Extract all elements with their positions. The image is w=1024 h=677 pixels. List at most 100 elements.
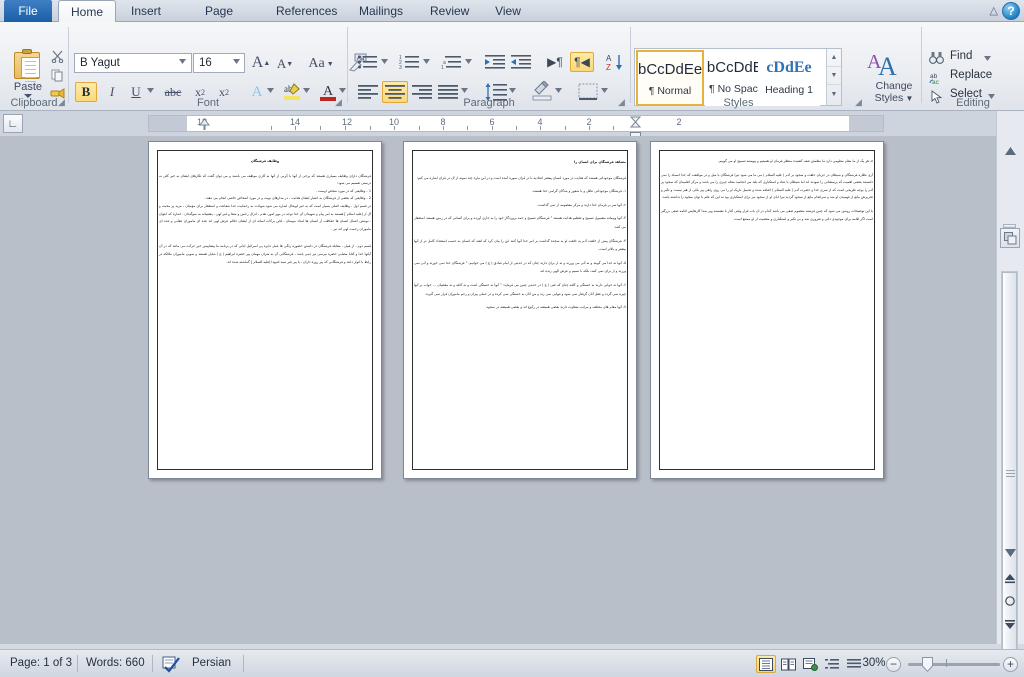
document-canvas[interactable]: وظایف فرشتگان فرشتگان دارای وظایف بسیاری… (0, 136, 996, 644)
style-name: Heading 1 (765, 84, 813, 96)
justify-caret-icon[interactable] (461, 88, 468, 93)
zoom-slider-midpoint-tick (946, 659, 947, 667)
paste-button-label[interactable]: Paste (6, 81, 50, 93)
change-styles-label[interactable]: Change Styles ▼ (866, 80, 922, 105)
style-sample: cDdEe (766, 59, 812, 76)
ruler-row: ∟ 18 14 12 10 8 6 4 2 2 (0, 111, 1024, 139)
scrollbar-thumb[interactable] (1002, 272, 1017, 670)
page-2-paragraph: ۱- فرشتگان موجوداتی عاقل و با شعور و بند… (531, 189, 626, 194)
numbering-icon[interactable]: 1 2 3 (398, 53, 422, 71)
multilevel-caret-icon[interactable] (465, 59, 472, 64)
ribbon-group-label-editing: Editing (956, 97, 990, 109)
ribbon-group-label-paragraph: Paragraph (463, 97, 515, 109)
ribbon: Paste Clipboard ◢ B Yagut 16 A ▲ A ▼ Aa … (0, 22, 1024, 111)
bullets-caret-icon[interactable] (381, 59, 388, 64)
zoom-out-minus-icon[interactable]: − (886, 657, 901, 672)
next-page-icon[interactable] (1002, 616, 1018, 632)
right-to-left-text-icon[interactable]: ¶◀ (570, 52, 594, 72)
clipboard-paste-icon[interactable] (14, 49, 42, 82)
left-tab-stop-icon[interactable]: ∟ (3, 114, 23, 133)
gallery-scroll-up-icon[interactable]: ▲ (827, 49, 841, 67)
document-page-1[interactable]: وظایف فرشتگان فرشتگان دارای وظایف بسیاری… (148, 141, 382, 479)
zoom-in-plus-icon[interactable]: + (1003, 657, 1018, 672)
styles-dialog-launcher-icon[interactable]: ◢ (853, 97, 864, 108)
change-case-icon[interactable]: Aa ▼ (305, 54, 337, 73)
page-3-paragraph: آری نظاره فرشتگان و شیطان در جریان خلقت … (661, 172, 873, 200)
change-styles-icon[interactable]: A A (863, 49, 901, 79)
replace-button[interactable]: Replace (950, 69, 992, 81)
page-2-title: مشاهد فرشتگان برای انسان را (574, 160, 626, 164)
font-dialog-launcher-icon[interactable]: ◢ (333, 97, 344, 108)
grow-font-icon[interactable]: A ▲ (251, 53, 271, 73)
tab-view[interactable]: View (484, 0, 532, 22)
minimize-ribbon-icon[interactable]: △ (990, 4, 998, 17)
word-count[interactable]: Words: 660 (86, 650, 145, 677)
reading-view-icon[interactable] (778, 655, 798, 673)
page-2-paragraph: فرشتگان موجوداتی هستند که هدایت در مورد … (416, 175, 626, 180)
binoculars-icon[interactable] (928, 50, 944, 65)
text-effects-caret-icon[interactable] (267, 88, 274, 93)
bullets-icon[interactable] (356, 53, 380, 71)
help-question-icon[interactable]: ? (1002, 2, 1020, 20)
borders-caret-icon[interactable] (601, 88, 608, 93)
tab-insert[interactable]: Insert (120, 0, 172, 22)
font-size-caret-icon[interactable] (233, 59, 240, 64)
ruler-number: 12 (341, 117, 353, 127)
document-page-2[interactable]: مشاهد فرشتگان برای انسان را فرشتگان موجو… (403, 141, 637, 479)
tab-review[interactable]: Review (420, 0, 476, 22)
horizontal-ruler[interactable]: 18 14 12 10 8 6 4 2 2 (148, 115, 884, 139)
font-name-caret-icon[interactable] (179, 59, 186, 64)
vertical-scrollbar[interactable] (996, 111, 1024, 671)
find-caret-icon[interactable] (984, 56, 991, 61)
shading-caret-icon[interactable] (555, 88, 562, 93)
page-3-paragraph: با این توضیحات روشن می شود که چنین فرشته… (661, 208, 873, 221)
print-layout-icon[interactable] (756, 655, 776, 673)
svg-text:A: A (878, 52, 897, 79)
language-indicator[interactable]: Persian (192, 650, 231, 677)
previous-page-icon[interactable] (1002, 570, 1018, 586)
page-2-paragraph: ۵- آنها نه خدا می گویند و نه آنی می ورزن… (414, 260, 626, 274)
paragraph-dialog-launcher-icon[interactable]: ◢ (616, 97, 627, 108)
multilevel-list-icon[interactable]: a 1 (440, 53, 464, 71)
tab-mailings[interactable]: Mailings (348, 0, 414, 22)
zoom-slider-thumb[interactable] (922, 657, 933, 673)
clipboard-dialog-launcher-icon[interactable]: ◢ (56, 97, 67, 108)
hanging-indent-marker[interactable] (199, 117, 210, 136)
tab-references[interactable]: References (266, 0, 340, 22)
scroll-up-arrow-icon[interactable] (1002, 143, 1018, 159)
select-browse-object-icon[interactable] (1000, 228, 1020, 248)
highlight-caret-icon[interactable] (303, 88, 310, 93)
font-color-caret-icon[interactable] (339, 88, 346, 93)
tab-page-layout[interactable]: Page Layout (176, 0, 262, 40)
page-indicator[interactable]: Page: 1 of 3 (10, 650, 72, 677)
page-3-text: ۸- هر یک از ما مقام معلومی دارد ما مطمئن… (661, 158, 873, 223)
shrink-font-icon[interactable]: A ▼ (275, 54, 295, 73)
web-layout-icon[interactable] (800, 655, 820, 673)
scissors-icon[interactable] (50, 49, 64, 63)
ruler-margin-right (849, 116, 883, 131)
scrollbar-track[interactable] (1001, 271, 1018, 671)
tab-file[interactable]: File (4, 0, 52, 22)
find-button[interactable]: Find (950, 50, 972, 62)
numbering-caret-icon[interactable] (423, 59, 430, 64)
replace-abc-icon[interactable]: ab ac (928, 70, 944, 85)
page-1-paragraph: فرشتگان دارای وظایف بسیاری هستند که برخی… (159, 173, 371, 186)
outline-view-icon[interactable] (822, 655, 842, 673)
spelling-check-icon[interactable] (160, 655, 182, 673)
line-spacing-caret-icon[interactable] (509, 88, 516, 93)
left-to-right-text-icon[interactable]: ▶¶ (544, 53, 566, 71)
increase-indent-icon[interactable] (510, 53, 532, 71)
scroll-down-arrow-icon[interactable] (1002, 545, 1018, 561)
document-page-3[interactable]: ۸- هر یک از ما مقام معلومی دارد ما مطمئن… (650, 141, 884, 479)
ribbon-group-label-font: Font (196, 97, 219, 109)
copy-icon[interactable] (50, 68, 64, 82)
underline-caret-icon[interactable] (147, 88, 154, 93)
decrease-indent-icon[interactable] (484, 53, 506, 71)
svg-text:A: A (606, 54, 612, 63)
sort-icon[interactable]: A Z (604, 52, 626, 72)
tab-home[interactable]: Home (58, 0, 116, 23)
font-name-combo[interactable]: B Yagut (74, 53, 192, 73)
gallery-scroll-down-icon[interactable]: ▼ (827, 67, 841, 85)
select-browse-object-circle-icon[interactable] (1002, 593, 1018, 609)
word-window: File Home Insert Page Layout References … (0, 0, 1024, 677)
